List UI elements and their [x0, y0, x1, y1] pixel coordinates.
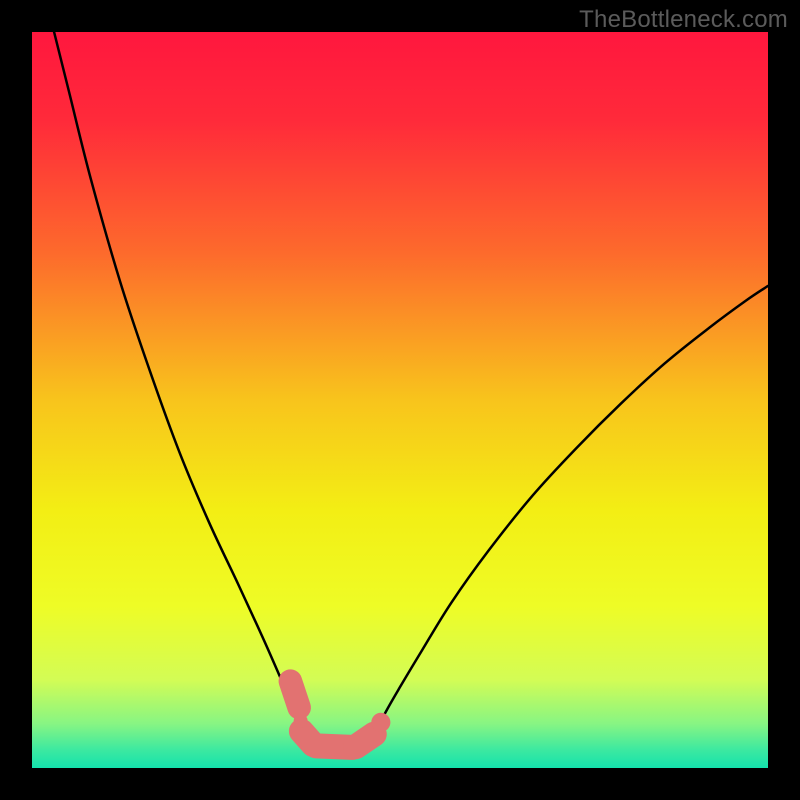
watermark-text: TheBottleneck.com: [579, 6, 788, 34]
marker-capsule: [290, 681, 299, 708]
chart-frame: TheBottleneck.com: [0, 0, 800, 800]
gradient-background: [32, 32, 768, 768]
marker-dot: [294, 714, 308, 728]
chart-svg: [32, 32, 768, 768]
marker-capsule: [356, 734, 374, 747]
plot-area: [32, 32, 768, 768]
marker-dot: [371, 713, 390, 732]
